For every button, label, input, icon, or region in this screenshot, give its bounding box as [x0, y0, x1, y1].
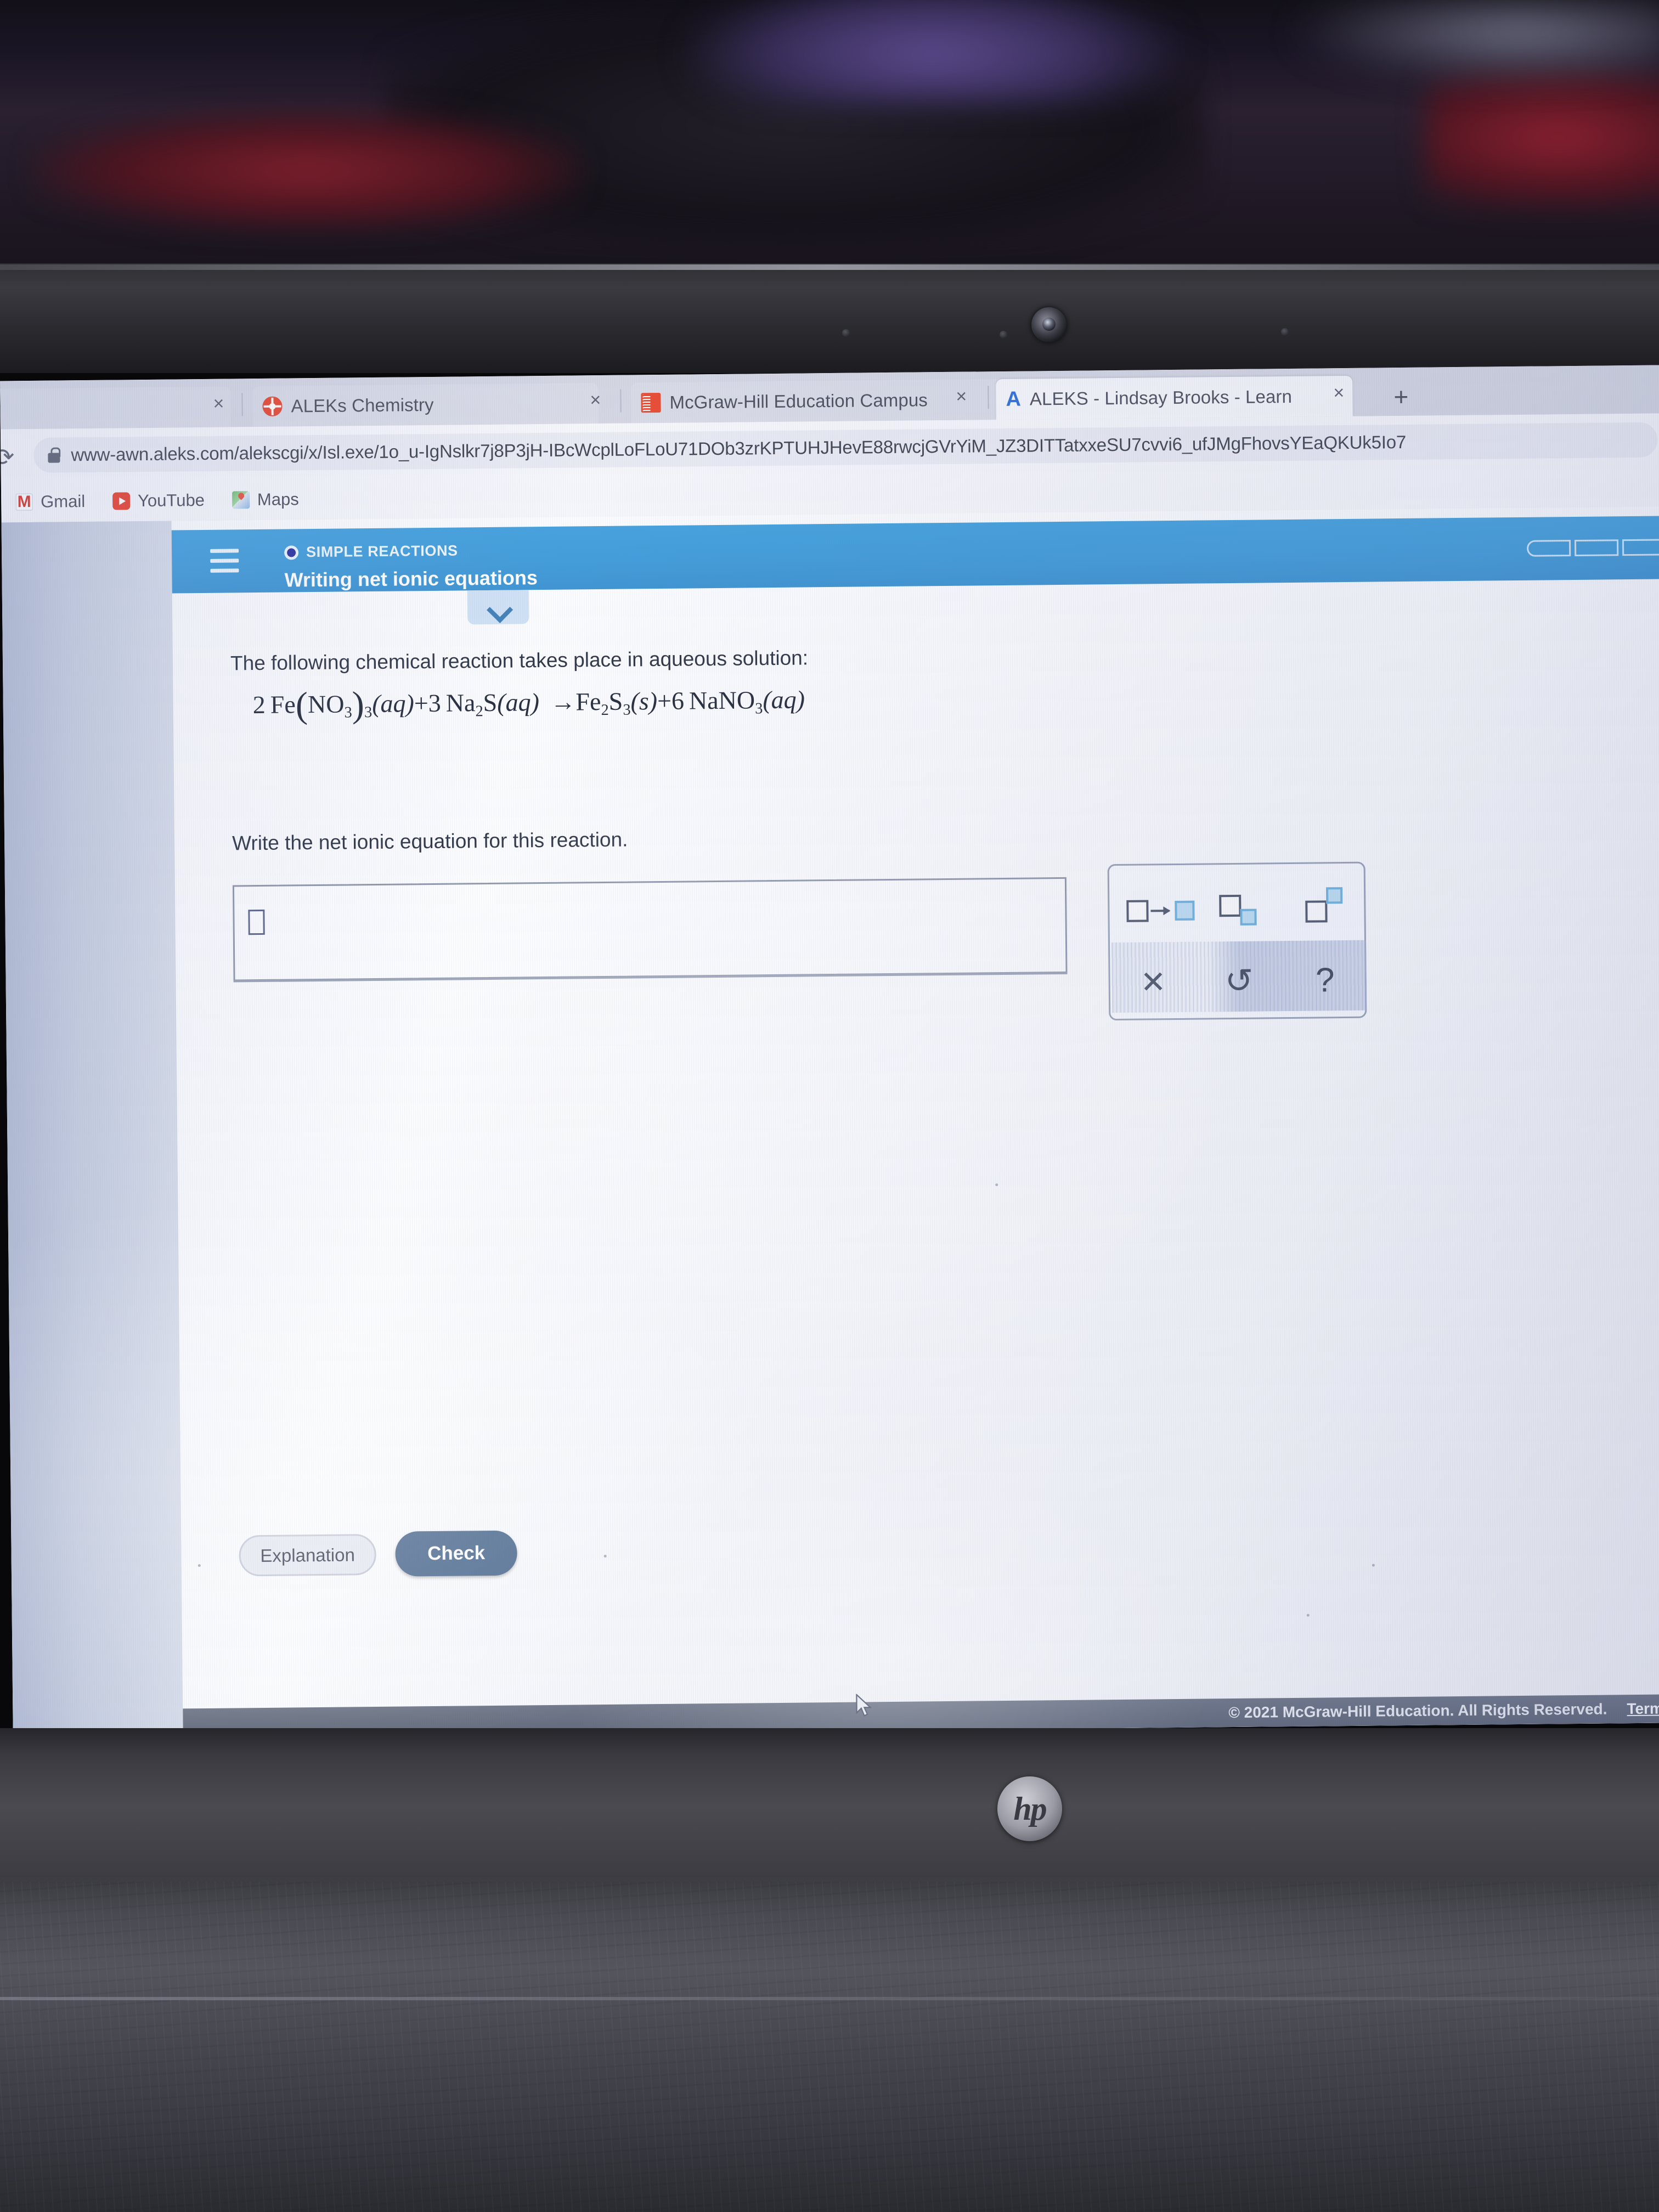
- terms-link[interactable]: Terms: [1627, 1700, 1659, 1718]
- bookmark-youtube[interactable]: YouTube: [104, 490, 213, 511]
- dust-speck: [1372, 1564, 1375, 1567]
- progress-segment: [1622, 539, 1659, 556]
- progress-indicator: [1526, 539, 1659, 557]
- tab-title: McGraw-Hill Education Campus: [669, 390, 928, 413]
- laptop-screen: gs - UNF × ALEKs Chemistry × McGraw-Hill…: [0, 365, 1659, 1739]
- bezel-sheen: [0, 264, 1659, 270]
- square-outline-icon: [1126, 900, 1149, 922]
- clear-button[interactable]: ✕: [1123, 960, 1184, 1005]
- tab-close-button-0[interactable]: ×: [213, 393, 224, 415]
- bookmark-gmail[interactable]: Gmail: [7, 492, 94, 512]
- webcam-icon: [1031, 307, 1066, 342]
- background-blur-purple: [686, 0, 1180, 104]
- dust-speck: [995, 1183, 998, 1187]
- chevron-down-icon: [488, 597, 508, 617]
- question-mark-icon: ?: [1315, 961, 1335, 1000]
- tab-separator-1: [620, 389, 622, 413]
- gmail-icon: [15, 493, 33, 511]
- arrow-right-icon: [1150, 910, 1170, 912]
- new-tab-button[interactable]: +: [1393, 382, 1408, 411]
- desk-edge-highlight: [0, 1997, 1659, 2000]
- undo-button[interactable]: ↺: [1209, 959, 1269, 1003]
- tab-separator-0: [241, 393, 243, 416]
- desk-texture: [0, 1882, 1659, 2212]
- maps-icon: [232, 491, 250, 509]
- dust-speck: [1306, 1613, 1310, 1617]
- bookmark-label: Maps: [257, 489, 299, 510]
- progress-segment: [1526, 540, 1571, 557]
- dust-speck: [603, 1554, 607, 1558]
- check-button[interactable]: Check: [395, 1530, 518, 1577]
- tab-title: ALEKS - Lindsay Brooks - Learn: [1029, 386, 1293, 409]
- subscript-button[interactable]: [1208, 888, 1269, 932]
- browser-tab-3-active[interactable]: A ALEKS - Lindsay Brooks - Learn: [996, 375, 1353, 420]
- question-prompt-line1: The following chemical reaction takes pl…: [230, 646, 809, 675]
- subscript-square-icon: [1240, 909, 1257, 926]
- mouse-cursor: [856, 1694, 872, 1717]
- answer-cursor-placeholder: [248, 909, 265, 935]
- help-button[interactable]: ?: [1295, 958, 1356, 1003]
- photo-of-laptop-screen: gs - UNF × ALEKs Chemistry × McGraw-Hill…: [0, 0, 1659, 2212]
- browser-tab-1[interactable]: ALEKs Chemistry: [252, 383, 599, 427]
- microphone-dot-inner-left: [1000, 331, 1007, 338]
- topic-kicker: SIMPLE REACTIONS: [284, 543, 458, 561]
- copyright-text: © 2021 McGraw-Hill Education. All Rights…: [1228, 1700, 1607, 1722]
- bookmark-maps[interactable]: Maps: [223, 489, 308, 510]
- microphone-dot-right: [1281, 328, 1289, 336]
- palette-row-top: [1109, 884, 1368, 936]
- url-text: www-awn.aleks.com/alekscgi/x/Isl.exe/1o_…: [71, 431, 1407, 465]
- progress-segment: [1574, 539, 1619, 556]
- address-bar[interactable]: www-awn.aleks.com/alekscgi/x/Isl.exe/1o_…: [33, 422, 1658, 473]
- aleks-chemistry-icon: [262, 396, 283, 416]
- hp-logo: hp: [997, 1776, 1062, 1841]
- dust-speck: [198, 1564, 201, 1567]
- bookmark-label: Gmail: [41, 492, 86, 511]
- chemical-equation: 2 Fe(NO3)3(aq)+3 Na2S(aq) →Fe2S3(s)+6 NaNO3…: [252, 685, 805, 726]
- reload-icon[interactable]: ⟳: [0, 443, 14, 471]
- page-title: Writing net ionic equations: [284, 566, 538, 591]
- page-left-margin: [1, 521, 183, 1739]
- aleks-app-frame: SIMPLE REACTIONS Writing net ionic equat…: [171, 506, 1659, 1737]
- lock-icon: [48, 447, 60, 462]
- square-outline-icon: [1305, 900, 1328, 923]
- laptop-top-bezel: [0, 263, 1659, 373]
- tab-close-button-3[interactable]: ×: [1333, 382, 1344, 404]
- background-blur-red-right: [1426, 66, 1659, 208]
- tab-separator-2: [988, 386, 989, 409]
- aleks-header-bar: SIMPLE REACTIONS Writing net ionic equat…: [171, 516, 1659, 594]
- explanation-button[interactable]: Explanation: [239, 1534, 376, 1577]
- browser-tab-2[interactable]: McGraw-Hill Education Campus: [631, 379, 1005, 424]
- answer-input[interactable]: [232, 877, 1068, 981]
- square-outline-icon: [1219, 894, 1242, 917]
- tab-title: gs - UNF: [0, 399, 1, 420]
- aleks-icon: A: [1006, 387, 1022, 411]
- tab-close-button-1[interactable]: ×: [590, 390, 601, 411]
- collapse-toggle-button[interactable]: [467, 590, 529, 625]
- question-prompt-line2: Write the net ionic equation for this re…: [232, 828, 628, 855]
- topic-dot-icon: [284, 545, 299, 560]
- x-icon: ✕: [1140, 964, 1166, 1000]
- youtube-icon: [112, 492, 131, 510]
- tab-close-button-2[interactable]: ×: [956, 386, 967, 408]
- superscript-square-icon: [1325, 887, 1342, 904]
- page-viewport: SIMPLE REACTIONS Writing net ionic equat…: [1, 506, 1659, 1739]
- square-filled-icon: [1175, 900, 1195, 921]
- room-background: [0, 0, 1659, 280]
- topic-label: SIMPLE REACTIONS: [306, 542, 458, 561]
- reaction-arrow-button[interactable]: [1122, 889, 1195, 933]
- tab-title: ALEKs Chemistry: [291, 394, 434, 416]
- mcgraw-hill-icon: [641, 392, 661, 413]
- browser-tab-0[interactable]: gs - UNF: [0, 386, 231, 430]
- palette-row-bottom: ✕ ↺ ?: [1110, 956, 1368, 1008]
- undo-icon: ↺: [1224, 962, 1254, 1001]
- hamburger-menu-icon[interactable]: [210, 549, 239, 573]
- background-highlight-right: [1289, 0, 1659, 82]
- microphone-dot-left: [842, 329, 850, 337]
- superscript-button[interactable]: [1294, 887, 1355, 932]
- background-blur-red-left: [33, 110, 582, 230]
- hp-logo-text: hp: [1013, 1790, 1047, 1827]
- chemistry-symbol-palette: ✕ ↺ ?: [1107, 861, 1368, 1021]
- bookmark-label: YouTube: [137, 490, 205, 511]
